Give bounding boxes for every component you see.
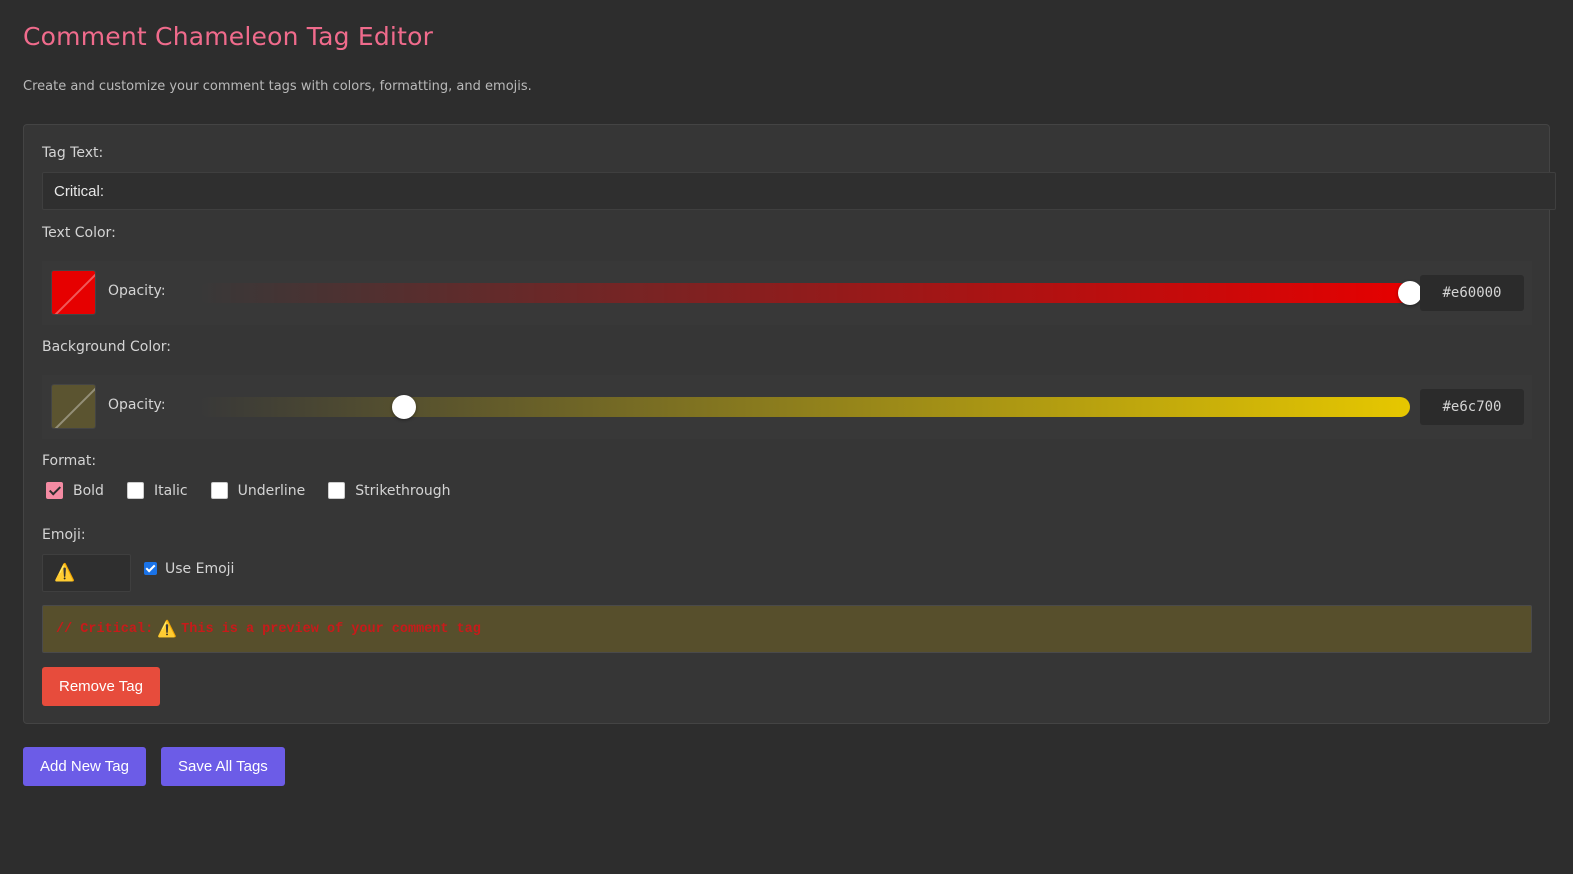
format-bold[interactable]: Bold: [46, 482, 104, 499]
underline-checkbox[interactable]: [210, 482, 228, 499]
italic-label: Italic: [153, 482, 188, 499]
save-all-tags-button[interactable]: Save All Tags: [161, 747, 285, 786]
page-subtitle: Create and customize your comment tags w…: [23, 79, 532, 94]
format-strikethrough[interactable]: Strikethrough: [328, 482, 451, 499]
bold-checkbox[interactable]: [46, 482, 63, 499]
warning-icon: ⚠️: [157, 621, 178, 639]
text-color-row: Opacity: #e60000: [42, 261, 1532, 325]
use-emoji-checkbox[interactable]: [144, 561, 157, 575]
background-color-hex[interactable]: #e6c700: [1420, 389, 1524, 425]
underline-label: Underline: [237, 482, 306, 499]
format-label: Format:: [42, 453, 97, 469]
format-underline[interactable]: Underline: [210, 482, 306, 499]
add-new-tag-button[interactable]: Add New Tag: [23, 747, 146, 786]
format-italic[interactable]: Italic: [126, 482, 188, 499]
text-opacity-label: Opacity:: [108, 283, 166, 299]
text-color-swatch[interactable]: [51, 270, 96, 315]
use-emoji-toggle[interactable]: Use Emoji: [144, 561, 234, 577]
bold-label: Bold: [73, 482, 104, 499]
background-color-swatch[interactable]: [51, 384, 96, 429]
strikethrough-label: Strikethrough: [355, 482, 451, 499]
preview-text: This is a preview of your comment tag: [181, 621, 481, 637]
format-options: Bold Italic Underline Strikethrough: [42, 482, 469, 499]
tag-text-input[interactable]: [42, 172, 1556, 210]
emoji-input[interactable]: ⚠️: [42, 554, 131, 592]
page-title: Comment Chameleon Tag Editor: [23, 22, 434, 51]
tag-text-label: Tag Text:: [42, 145, 104, 161]
remove-tag-button[interactable]: Remove Tag: [42, 667, 160, 706]
emoji-label: Emoji:: [42, 527, 86, 543]
text-color-label: Text Color:: [42, 225, 116, 241]
tag-editor-card: Tag Text: Text Color: Opacity: #e60000 B…: [23, 124, 1556, 724]
background-color-label: Background Color:: [42, 339, 171, 355]
preview-prefix: // Critical:: [56, 621, 154, 637]
background-color-row: Opacity: #e6c700: [42, 375, 1532, 439]
background-opacity-label: Opacity:: [108, 397, 166, 413]
strikethrough-checkbox[interactable]: [328, 482, 346, 499]
text-opacity-thumb[interactable]: [1398, 281, 1422, 305]
background-opacity-slider[interactable]: [198, 395, 1410, 419]
background-opacity-thumb[interactable]: [392, 395, 417, 419]
tag-preview: // Critical: ⚠️ This is a preview of you…: [42, 605, 1532, 653]
italic-checkbox[interactable]: [126, 482, 144, 499]
use-emoji-label: Use Emoji: [165, 561, 235, 577]
text-opacity-slider[interactable]: [198, 281, 1422, 305]
text-color-hex[interactable]: #e60000: [1420, 275, 1524, 311]
